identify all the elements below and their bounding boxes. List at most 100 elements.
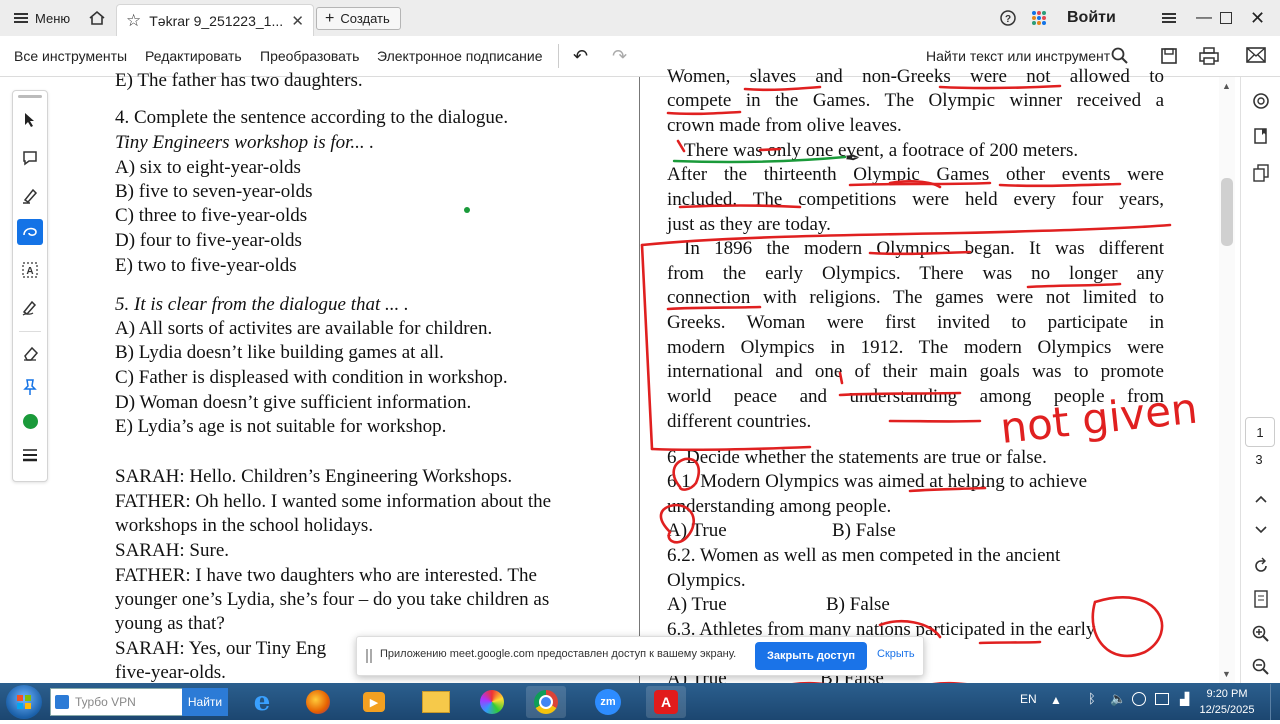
undo-icon[interactable]: ↶ bbox=[573, 36, 588, 76]
screen-share-notification: Приложению meet.google.com предоставлен … bbox=[356, 636, 924, 676]
taskbar-search-button[interactable]: Найти bbox=[182, 688, 228, 716]
bluetooth-icon[interactable]: ᛒ bbox=[1088, 691, 1096, 706]
ink-circle bbox=[661, 505, 694, 542]
network-icon[interactable] bbox=[1155, 693, 1169, 705]
doc-line: D) Woman doesn’t give sufficient informa… bbox=[115, 392, 471, 414]
menu-esign[interactable]: Электронное подписание bbox=[377, 36, 543, 76]
windows-logo-icon bbox=[6, 685, 42, 719]
ink-circle bbox=[1093, 597, 1162, 656]
bookmark-panel-icon[interactable] bbox=[1249, 124, 1273, 148]
search-placeholder: Турбо VPN bbox=[75, 695, 136, 709]
home-icon bbox=[88, 10, 106, 26]
print-icon[interactable] bbox=[1199, 47, 1219, 70]
title-bar: Меню ☆ Təkrar 9_251223_1... ✕ + Создать … bbox=[0, 0, 1280, 37]
zoom-in-icon[interactable] bbox=[1249, 622, 1273, 646]
page-down-icon[interactable] bbox=[1249, 518, 1273, 542]
ink-bracket-bottom bbox=[652, 447, 810, 450]
apps-grid-icon[interactable] bbox=[1031, 0, 1047, 36]
restore-icon[interactable] bbox=[1220, 12, 1232, 24]
annotation-dot bbox=[464, 207, 470, 213]
zoom-app-icon[interactable]: zm bbox=[588, 686, 628, 718]
comment-tool-icon[interactable] bbox=[17, 145, 43, 171]
show-desktop-button[interactable] bbox=[1270, 684, 1280, 720]
ink-annotations: not given bbox=[640, 77, 1220, 683]
ink-tick bbox=[840, 373, 842, 383]
hide-notification-link[interactable]: Скрыть bbox=[877, 648, 915, 660]
document-tab[interactable]: ☆ Təkrar 9_251223_1... ✕ bbox=[116, 4, 314, 37]
ai-assistant-icon[interactable] bbox=[1249, 89, 1273, 113]
clock-date[interactable]: 12/25/2025 bbox=[1198, 704, 1256, 716]
doc-line: SARAH: Hello. Children’s Engineering Wor… bbox=[115, 466, 512, 488]
firefox-icon[interactable] bbox=[298, 686, 338, 718]
scroll-thumb[interactable] bbox=[1221, 178, 1233, 246]
taskbar-search[interactable]: Турбо VPN bbox=[50, 688, 184, 716]
ink-underline bbox=[840, 393, 960, 395]
tools-panel: A bbox=[12, 90, 48, 482]
acrobat-icon[interactable]: A bbox=[646, 686, 686, 718]
doc-line: E) The father has two daughters. bbox=[115, 70, 363, 92]
color-picker-icon[interactable] bbox=[17, 408, 43, 434]
help-icon[interactable]: ? bbox=[1000, 0, 1016, 36]
doc-line: FATHER: Oh hello. I wanted some informat… bbox=[115, 491, 551, 513]
page-layout-icon[interactable] bbox=[1249, 587, 1273, 611]
stroke-width-icon[interactable] bbox=[17, 442, 43, 468]
doc-line: workshops in the school holidays. bbox=[115, 515, 373, 537]
sign-tool-icon[interactable] bbox=[17, 294, 43, 320]
scroll-up-icon[interactable]: ▲ bbox=[1222, 81, 1231, 91]
signal-icon[interactable]: ▟ bbox=[1180, 692, 1189, 706]
redo-icon[interactable]: ↷ bbox=[612, 36, 627, 76]
doc-line: younger one’s Lydia, she’s four – do you… bbox=[115, 589, 549, 611]
current-page-field[interactable]: 1 bbox=[1245, 417, 1275, 447]
media-player-icon[interactable]: ▶ bbox=[354, 686, 394, 718]
mail-glyph bbox=[1246, 47, 1266, 63]
highlight-tool-icon[interactable] bbox=[17, 182, 43, 208]
signin-button[interactable]: Войти bbox=[1067, 0, 1116, 36]
tab-title: Təkrar 9_251223_1... bbox=[149, 13, 283, 29]
file-explorer-icon[interactable] bbox=[416, 686, 456, 718]
clock-time[interactable]: 9:20 PM bbox=[1200, 688, 1254, 700]
show-hidden-icons[interactable]: ▲ bbox=[1050, 693, 1062, 707]
menu-all-tools[interactable]: Все инструменты bbox=[14, 36, 127, 76]
star-icon[interactable]: ☆ bbox=[126, 11, 141, 31]
text-box-tool-icon[interactable]: A bbox=[17, 257, 43, 283]
chrome-icon[interactable] bbox=[526, 686, 566, 718]
print-glyph bbox=[1199, 47, 1219, 65]
close-window-icon[interactable]: ✕ bbox=[1250, 8, 1265, 29]
ink-underline bbox=[850, 183, 990, 185]
mail-icon[interactable] bbox=[1246, 47, 1266, 68]
toolbar-divider bbox=[558, 44, 559, 68]
select-tool-icon[interactable] bbox=[17, 107, 43, 133]
ink-underline bbox=[870, 252, 970, 254]
ie-icon[interactable]: e bbox=[242, 686, 282, 718]
home-button[interactable] bbox=[86, 0, 108, 36]
draw-tool-icon[interactable] bbox=[17, 219, 43, 245]
eraser-tool-icon[interactable] bbox=[17, 340, 43, 366]
panel-divider bbox=[19, 331, 41, 332]
stop-sharing-button[interactable]: Закрыть доступ bbox=[755, 642, 867, 670]
ink-underline bbox=[668, 112, 740, 114]
search-app-icon bbox=[55, 695, 69, 709]
search-glyph bbox=[1111, 47, 1129, 65]
start-button[interactable] bbox=[6, 685, 42, 719]
page-up-icon[interactable] bbox=[1249, 487, 1273, 511]
menu-button[interactable]: Меню bbox=[14, 0, 70, 36]
minimize-icon[interactable]: — bbox=[1196, 9, 1212, 27]
status-icon[interactable] bbox=[1132, 692, 1146, 706]
ink-arc bbox=[880, 621, 940, 637]
rotate-icon[interactable] bbox=[1249, 554, 1273, 578]
svg-text:?: ? bbox=[1005, 14, 1011, 25]
doc-line: five-year-olds. bbox=[115, 662, 226, 684]
vertical-scrollbar[interactable]: ▲ ▼ bbox=[1219, 77, 1235, 683]
volume-icon[interactable]: 🔈 bbox=[1110, 691, 1126, 707]
create-button[interactable]: + Создать bbox=[316, 7, 401, 30]
drag-handle[interactable] bbox=[18, 95, 42, 98]
color-app-icon[interactable] bbox=[472, 686, 512, 718]
pages-panel-icon[interactable] bbox=[1249, 161, 1273, 185]
close-tab-icon[interactable]: ✕ bbox=[291, 12, 304, 30]
zoom-out-icon[interactable] bbox=[1249, 655, 1273, 679]
pin-tool-icon[interactable] bbox=[17, 374, 43, 400]
scroll-down-icon[interactable]: ▼ bbox=[1222, 669, 1231, 679]
language-indicator[interactable]: EN bbox=[1020, 692, 1037, 706]
drag-handle-icon[interactable] bbox=[366, 649, 372, 663]
doc-line: E) two to five-year-olds bbox=[115, 255, 297, 277]
